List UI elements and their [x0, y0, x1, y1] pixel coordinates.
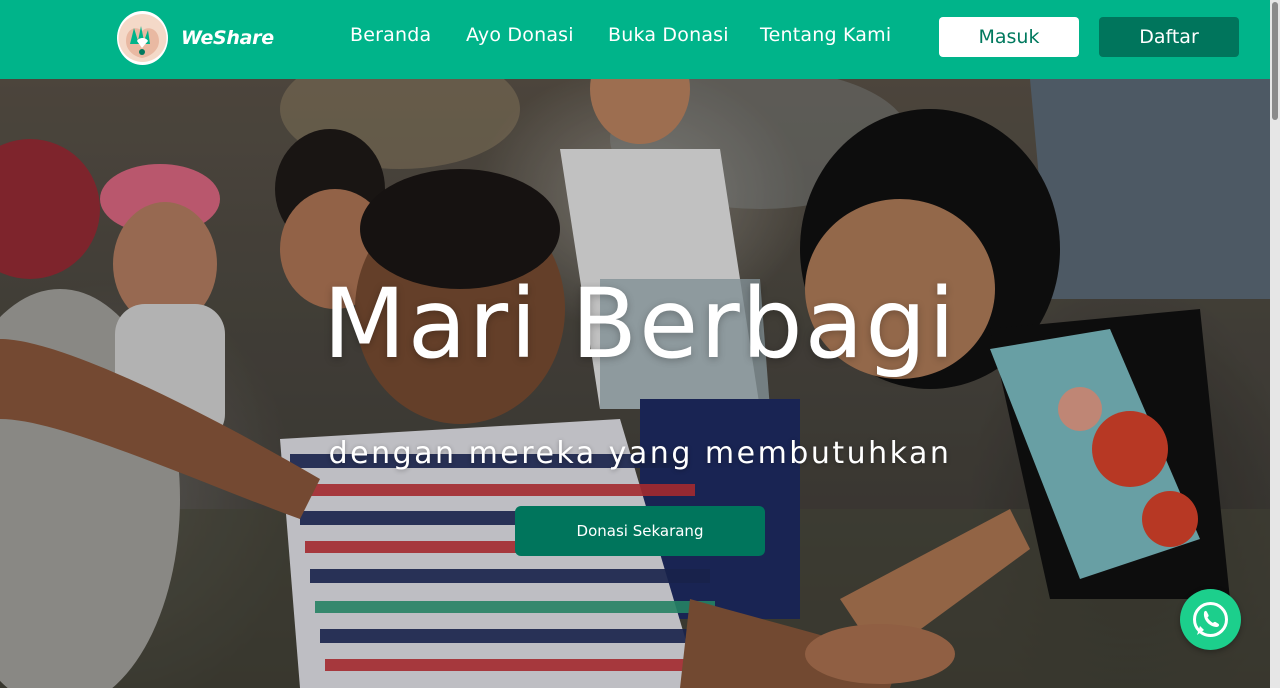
- nav-ayo-donasi[interactable]: Ayo Donasi: [466, 24, 574, 46]
- hero-overlay: [0, 79, 1270, 688]
- whatsapp-icon: [1193, 602, 1228, 637]
- nav-tentang-kami[interactable]: Tentang Kami: [760, 24, 891, 46]
- vertical-scrollbar[interactable]: [1270, 0, 1280, 688]
- login-button[interactable]: Masuk: [939, 17, 1079, 57]
- scrollbar-thumb[interactable]: [1272, 2, 1278, 120]
- brand[interactable]: WeShare: [117, 11, 274, 65]
- nav-beranda[interactable]: Beranda: [350, 24, 431, 46]
- register-button[interactable]: Daftar: [1099, 17, 1239, 57]
- brand-logo-icon: [117, 11, 168, 65]
- navbar: WeShare Beranda Ayo Donasi Buka Donasi T…: [0, 0, 1270, 79]
- hero-section: Mari Berbagi dengan mereka yang membutuh…: [0, 79, 1270, 688]
- brand-name: WeShare: [181, 27, 274, 49]
- whatsapp-button[interactable]: [1180, 589, 1241, 650]
- donate-now-button[interactable]: Donasi Sekarang: [515, 506, 765, 556]
- hero-title: Mari Berbagi: [322, 268, 958, 380]
- nav-buka-donasi[interactable]: Buka Donasi: [608, 24, 729, 46]
- hero-subtitle: dengan mereka yang membutuhkan: [328, 436, 952, 471]
